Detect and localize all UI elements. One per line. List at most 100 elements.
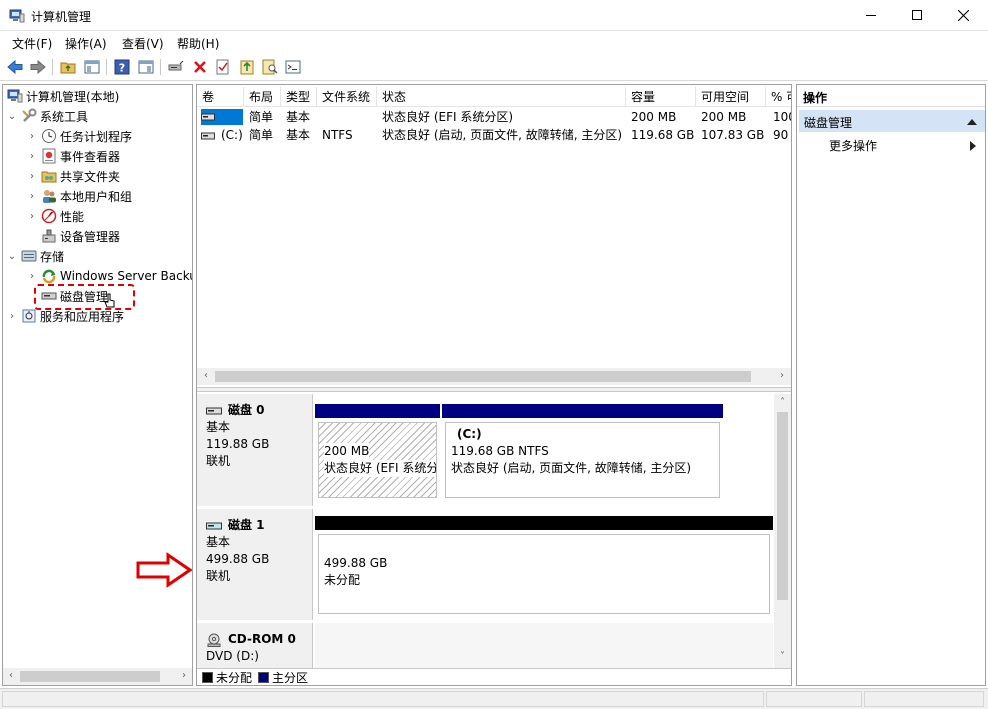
partition-efi[interactable]: 200 MB 状态良好 (EFI 系统分区)	[315, 404, 440, 502]
volume-row[interactable]: (C:) 简单 基本 NTFS 状态良好 (启动, 页面文件, 故障转储, 主分…	[197, 126, 791, 144]
connect-icon[interactable]	[167, 58, 185, 76]
delete-icon[interactable]	[191, 58, 209, 76]
collapsed-chevron-icon[interactable]: ›	[27, 151, 37, 162]
help-icon[interactable]: ?	[113, 58, 131, 76]
disk-row-1[interactable]: 磁盘 1 基本 499.88 GB 联机 499.88 GB 未分配	[197, 509, 775, 620]
tree-item-services-apps[interactable]: › 服务和应用程序	[7, 306, 124, 326]
partition-spacer	[324, 426, 431, 443]
collapse-up-icon[interactable]	[967, 115, 977, 129]
partition-size: 499.88 GB	[324, 556, 388, 570]
column-percent-free[interactable]: % 可用	[766, 87, 791, 107]
column-status[interactable]: 状态	[377, 87, 626, 107]
scroll-down-icon[interactable]: ˅	[775, 650, 790, 664]
disk-kind: 基本	[206, 535, 231, 549]
column-type[interactable]: 类型	[281, 87, 317, 107]
up-folder-icon[interactable]	[59, 58, 77, 76]
cell-layout: 简单	[249, 110, 274, 124]
tree-item-performance[interactable]: › 性能	[27, 206, 84, 226]
menu-action[interactable]: 操作(A)	[65, 35, 107, 52]
status-segment	[766, 691, 862, 707]
backup-icon	[41, 268, 57, 284]
scroll-right-icon[interactable]: ›	[775, 369, 789, 383]
collapsed-chevron-icon[interactable]: ›	[27, 271, 37, 282]
partition-bar-primary	[442, 404, 723, 418]
tree-item-device-manager[interactable]: 设备管理器	[37, 226, 120, 246]
disk-state: 联机	[206, 569, 231, 583]
disk-name: 磁盘 0	[228, 403, 265, 417]
disk-row-cdrom[interactable]: CD-ROM 0 DVD (D:)	[197, 623, 775, 668]
expanded-chevron-icon[interactable]: ⌄	[7, 251, 17, 262]
show-hide-tree-icon[interactable]	[83, 58, 101, 76]
disk-row-0[interactable]: 磁盘 0 基本 119.88 GB 联机 200 MB 状态良好 (EFI 系统…	[197, 394, 775, 506]
action-more-actions[interactable]: 更多操作	[829, 137, 877, 154]
disk-name: 磁盘 1	[228, 518, 265, 532]
properties-icon[interactable]	[137, 58, 155, 76]
close-button[interactable]	[940, 0, 986, 30]
disk-vertical-scrollbar[interactable]: ˄ ˅	[774, 394, 791, 668]
tree-item-shared-folders[interactable]: › 共享文件夹	[27, 166, 120, 186]
check-icon[interactable]	[214, 58, 232, 76]
volume-row[interactable]: 简单 基本 状态良好 (EFI 系统分区) 200 MB 200 MB 100 …	[197, 108, 791, 126]
scrollbar-thumb[interactable]	[215, 371, 751, 382]
scroll-left-icon[interactable]: ‹	[4, 669, 18, 683]
import-icon[interactable]	[238, 58, 256, 76]
tree-item-task-scheduler[interactable]: › 任务计划程序	[27, 126, 132, 146]
scroll-left-icon[interactable]: ‹	[199, 369, 213, 383]
partition-unallocated[interactable]: 499.88 GB 未分配	[315, 516, 773, 618]
collapsed-chevron-icon[interactable]: ›	[27, 171, 37, 182]
forward-icon[interactable]	[29, 58, 47, 76]
scrollbar-thumb[interactable]	[777, 412, 788, 600]
maximize-button[interactable]	[894, 0, 940, 30]
tree-item-root[interactable]: 计算机管理(本地)	[5, 86, 119, 106]
tree-item-local-users[interactable]: › 本地用户和组	[27, 186, 132, 206]
disk-icon	[206, 407, 222, 414]
cell-free-space: 200 MB	[701, 110, 747, 124]
menu-view[interactable]: 查看(V)	[122, 35, 164, 52]
column-filesystem[interactable]: 文件系统	[317, 87, 377, 107]
tree-label: 共享文件夹	[60, 169, 121, 184]
tree-item-system-tools[interactable]: ⌄ 系统工具	[7, 106, 88, 126]
toolbar-separator	[106, 59, 107, 75]
partition-size: 119.68 GB NTFS	[451, 444, 549, 458]
tree-item-storage[interactable]: ⌄ 存储	[7, 246, 64, 266]
column-layout[interactable]: 布局	[244, 87, 281, 107]
tree-horizontal-scrollbar[interactable]: ‹ ›	[3, 668, 192, 685]
menu-help[interactable]: 帮助(H)	[177, 35, 219, 52]
search-icon[interactable]	[261, 58, 279, 76]
collapsed-chevron-icon[interactable]: ›	[27, 191, 37, 202]
back-icon[interactable]	[6, 58, 24, 76]
minimize-button[interactable]	[848, 0, 894, 30]
legend-label-unallocated: 未分配	[216, 671, 253, 685]
column-capacity[interactable]: 容量	[626, 87, 696, 107]
scroll-right-icon[interactable]: ›	[177, 669, 191, 683]
cdrom-icon	[207, 633, 221, 647]
tree-label: Windows Server Backup	[60, 269, 193, 283]
collapsed-chevron-icon[interactable]: ›	[27, 211, 37, 222]
collapsed-chevron-icon[interactable]: ›	[7, 311, 17, 322]
scroll-up-icon[interactable]: ˄	[775, 396, 790, 410]
expanded-chevron-icon[interactable]: ⌄	[7, 111, 17, 122]
maximize-icon	[912, 10, 922, 20]
scrollbar-thumb[interactable]	[20, 671, 160, 682]
tree-item-event-viewer[interactable]: › 事件查看器	[27, 146, 120, 166]
pane-splitter[interactable]	[197, 387, 791, 392]
volume-list-horizontal-scrollbar[interactable]: ‹ ›	[197, 368, 791, 385]
disk-label-1: 磁盘 1 基本 499.88 GB 联机	[197, 509, 313, 620]
legend-label-primary: 主分区	[272, 671, 309, 685]
actions-section-disk-management[interactable]: 磁盘管理	[799, 110, 985, 132]
cell-capacity: 119.68 GB	[631, 128, 695, 142]
volume-icon	[201, 111, 215, 125]
menu-file[interactable]: 文件(F)	[12, 35, 52, 52]
disk-size: 119.88 GB	[206, 437, 270, 451]
console-icon[interactable]	[284, 58, 302, 76]
submenu-arrow-icon	[970, 140, 976, 154]
column-free-space[interactable]: 可用空间	[696, 87, 766, 107]
tree-item-windows-server-backup[interactable]: › Windows Server Backup	[27, 266, 193, 286]
services-icon	[21, 308, 37, 324]
collapsed-chevron-icon[interactable]: ›	[27, 131, 37, 142]
column-volume[interactable]: 卷	[197, 87, 244, 107]
cell-status: 状态良好 (EFI 系统分区)	[382, 110, 514, 124]
partition-c[interactable]: (C:) 119.68 GB NTFS 状态良好 (启动, 页面文件, 故障转储…	[442, 404, 723, 502]
actions-header: 操作	[797, 85, 985, 107]
cell-percent-free: 100 %	[773, 110, 791, 124]
